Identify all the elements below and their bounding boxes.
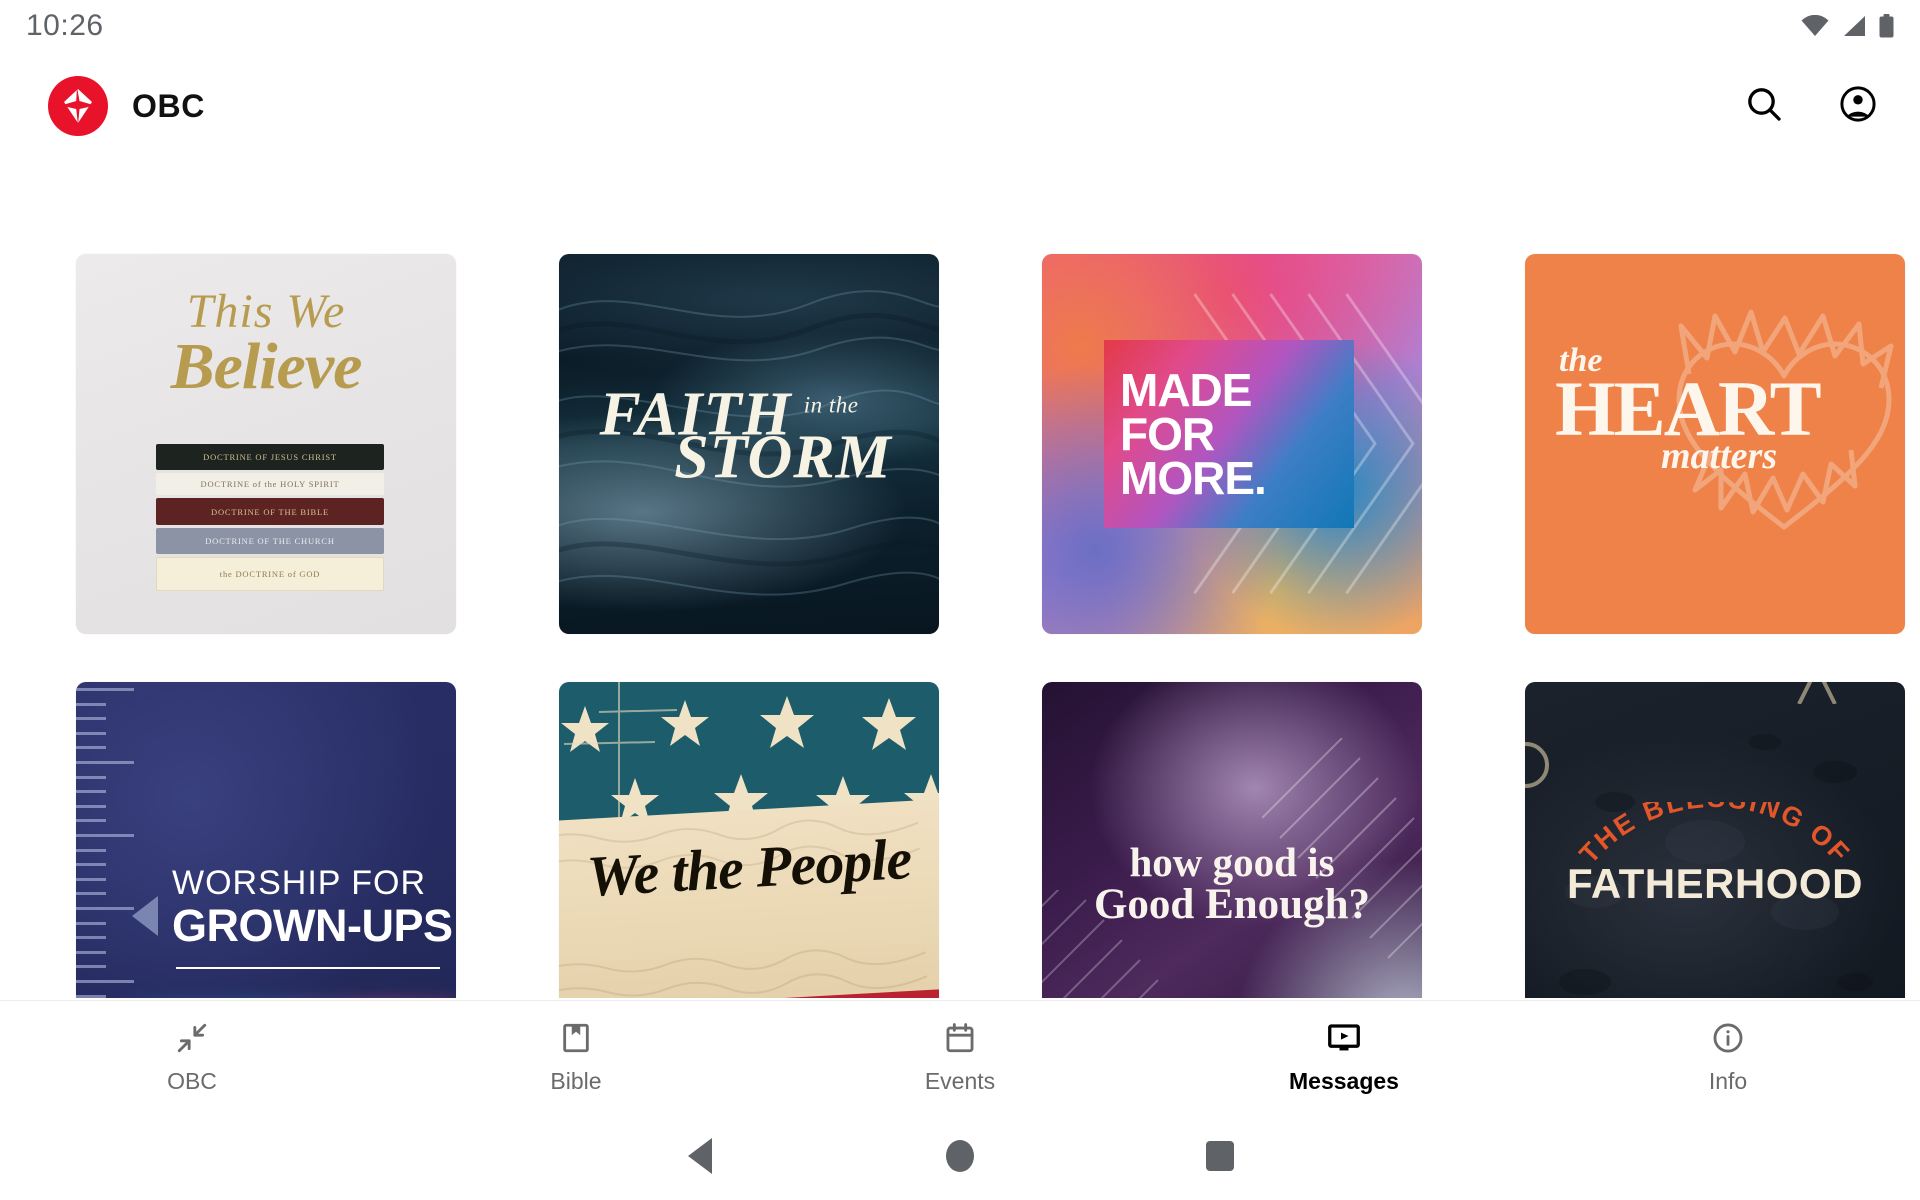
book-stack: DOCTRINE OF JESUS CHRIST DOCTRINE of the… — [156, 444, 384, 594]
app-bar-actions — [1736, 78, 1886, 134]
android-recents-button[interactable] — [1090, 1141, 1350, 1171]
app-root: 10:26 OBC This We Believe DOCTRINE OF JE… — [0, 0, 1920, 1200]
more-line-1: MADE — [1120, 363, 1252, 416]
message-card-faith-in-the-storm[interactable]: FAITH in the STORM — [559, 254, 939, 634]
message-card-made-for-more[interactable]: MADE FOR MORE. — [1042, 254, 1422, 634]
android-recents-icon — [1206, 1141, 1234, 1171]
tab-obc[interactable]: OBC — [0, 1001, 384, 1112]
tab-bible[interactable]: Bible — [384, 1001, 768, 1112]
book-spine: DOCTRINE of the HOLY SPIRIT — [156, 473, 384, 495]
card-title-text: how good is Good Enough? — [1042, 838, 1422, 928]
android-back-button[interactable] — [570, 1138, 830, 1174]
messages-scroll-area[interactable]: This We Believe DOCTRINE OF JESUS CHRIST… — [0, 160, 1920, 998]
wifi-icon — [1801, 15, 1829, 37]
status-bar-clock: 10:26 — [26, 9, 104, 42]
search-icon — [1744, 84, 1784, 129]
app-bar: OBC — [0, 52, 1920, 160]
message-card-how-good-is-good-enough[interactable]: how good is Good Enough? — [1042, 682, 1422, 998]
book-spine: DOCTRINE OF THE CHURCH — [156, 528, 384, 554]
android-home-button[interactable] — [830, 1140, 1090, 1172]
card-artwork: We the People — [559, 682, 939, 998]
brand[interactable]: OBC — [48, 76, 205, 136]
storm-line-small: in the — [803, 392, 859, 418]
card-artwork: THE BLESSING OF FATHERHOOD — [1525, 682, 1905, 998]
heart-line-main: HEART — [1555, 365, 1822, 453]
card-title-text: the HEART matters — [1555, 343, 1822, 475]
card-artwork: WORSHIP FOR GROWN-UPS — [76, 682, 456, 998]
bottom-tab-bar: OBC Bible Events Messages Info — [0, 1000, 1920, 1112]
account-button[interactable] — [1830, 78, 1886, 134]
more-line-2: FOR — [1120, 407, 1215, 460]
triangle-marker-icon — [132, 896, 158, 936]
tab-label: Info — [1708, 1067, 1748, 1094]
card-title-text: FATHERHOOD — [1567, 860, 1863, 907]
tab-info[interactable]: Info — [1536, 1001, 1920, 1112]
good-line-1: how good is — [1129, 838, 1335, 885]
tab-label: Messages — [1289, 1067, 1399, 1094]
storm-line-2: STORM — [674, 422, 892, 491]
believe-line-2: Believe — [170, 330, 363, 404]
account-circle-icon — [1837, 83, 1879, 130]
message-card-worship-for-grown-ups[interactable]: WORSHIP FOR GROWN-UPS — [76, 682, 456, 998]
good-line-2: Good Enough? — [1093, 880, 1371, 928]
card-title-text: MADE FOR MORE. — [1104, 340, 1354, 528]
tab-messages[interactable]: Messages — [1152, 1001, 1536, 1112]
card-title-text: FAITH in the STORM — [559, 384, 939, 496]
collapse-arrows-icon — [175, 1019, 209, 1057]
android-back-icon — [688, 1138, 712, 1174]
obc-cross-logo-icon — [48, 76, 108, 136]
underline-decoration — [176, 967, 440, 969]
tab-label: Events — [924, 1067, 996, 1094]
card-title-text: This We Believe — [76, 285, 456, 404]
card-artwork: the HEART matters — [1525, 254, 1905, 634]
status-bar-icons — [1801, 14, 1894, 38]
book-spine: DOCTRINE OF JESUS CHRIST — [156, 444, 384, 470]
battery-icon — [1879, 14, 1894, 38]
tab-label: OBC — [167, 1067, 217, 1094]
app-title: OBC — [132, 87, 205, 124]
worship-line-2: GROWN-UPS — [172, 900, 453, 951]
card-artwork: FAITH in the STORM — [559, 254, 939, 634]
more-line-3: MORE. — [1120, 452, 1267, 505]
ruler-ticks-decoration — [76, 682, 140, 998]
info-circle-icon — [1711, 1019, 1745, 1057]
message-card-we-the-people[interactable]: We the People — [559, 682, 939, 998]
cell-signal-icon — [1842, 15, 1866, 37]
android-home-icon — [946, 1140, 974, 1172]
chevron-mark-decoration — [1797, 682, 1837, 704]
status-bar: 10:26 — [0, 0, 1920, 52]
book-bookmark-icon — [559, 1019, 593, 1057]
tab-events[interactable]: Events — [768, 1001, 1152, 1112]
book-spine: the DOCTRINE of GOD — [156, 557, 384, 591]
messages-grid: This We Believe DOCTRINE OF JESUS CHRIST… — [76, 160, 1905, 998]
message-card-the-blessing-of-fatherhood[interactable]: THE BLESSING OF FATHERHOOD — [1525, 682, 1905, 998]
android-system-nav — [0, 1112, 1920, 1200]
worship-line-1: WORSHIP FOR — [172, 864, 427, 902]
card-artwork: MADE FOR MORE. — [1042, 254, 1422, 634]
card-title-text: WORSHIP FOR GROWN-UPS — [172, 864, 453, 952]
book-spine: DOCTRINE OF THE BIBLE — [156, 498, 384, 525]
card-artwork: how good is Good Enough? — [1042, 682, 1422, 998]
message-card-the-heart-matters[interactable]: the HEART matters — [1525, 254, 1905, 634]
calendar-icon — [943, 1019, 977, 1057]
message-card-this-we-believe[interactable]: This We Believe DOCTRINE OF JESUS CHRIST… — [76, 254, 456, 634]
search-button[interactable] — [1736, 78, 1792, 134]
believe-line-1: This We — [186, 285, 346, 338]
video-monitor-play-icon — [1326, 1019, 1362, 1057]
card-artwork: This We Believe DOCTRINE OF JESUS CHRIST… — [76, 254, 456, 634]
tab-label: Bible — [550, 1067, 602, 1094]
